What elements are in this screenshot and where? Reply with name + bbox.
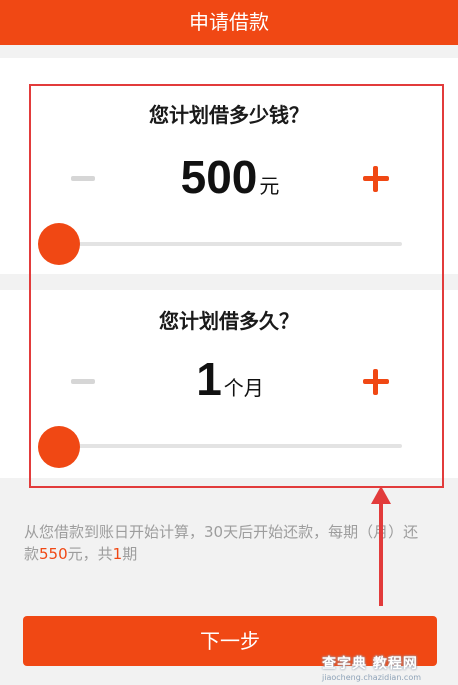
watermark-title: 查字典 教程网 xyxy=(322,656,418,672)
annotation-highlight-box xyxy=(29,84,444,488)
repay-periods: 1 xyxy=(112,545,123,563)
watermark-url: jiaocheng.chazidian.com xyxy=(322,673,422,682)
watermark: 查字典 教程网 jiaocheng.chazidian.com xyxy=(322,653,452,685)
repay-unit: 元，共 xyxy=(67,545,113,563)
repayment-info: 从您借款到账日开始计算，30天后开始还款，每期（月）还款550元，共1期 xyxy=(24,521,424,565)
periods-unit: 期 xyxy=(122,545,138,563)
page-title: 申请借款 xyxy=(189,10,269,34)
annotation-arrow-shaft xyxy=(379,500,383,606)
repay-amount: 550 xyxy=(39,545,68,563)
annotation-arrow-icon xyxy=(371,486,391,504)
